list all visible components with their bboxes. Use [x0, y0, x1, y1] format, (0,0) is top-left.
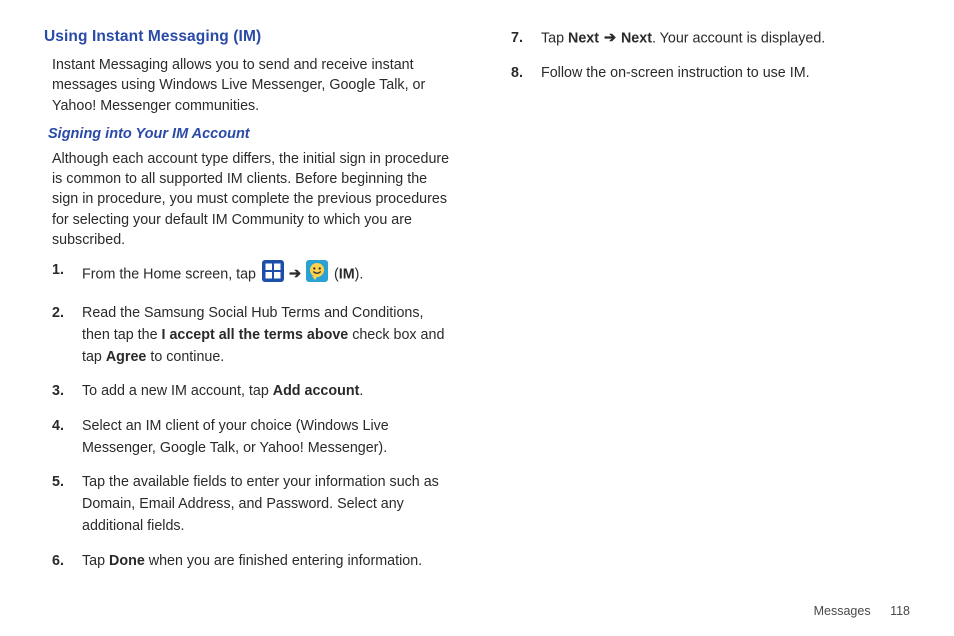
footer-section: Messages — [814, 604, 871, 618]
step-2: Read the Samsung Social Hub Terms and Co… — [52, 303, 455, 368]
step-2-text-e: to continue. — [146, 349, 224, 365]
step-7-text-d: . Your account is displayed. — [652, 31, 825, 47]
page-columns: Using Instant Messaging (IM) Instant Mes… — [44, 28, 914, 585]
step-6-text-a: Tap — [82, 553, 109, 569]
sub-heading: Signing into Your IM Account — [44, 126, 455, 142]
arrow-icon: ➔ — [289, 264, 301, 286]
footer-page-number: 118 — [890, 604, 910, 618]
step-4: Select an IM client of your choice (Wind… — [52, 416, 455, 459]
step-1: From the Home screen, tap ➔ (IM). — [52, 260, 455, 290]
step-7: Tap Next ➔ Next. Your account is display… — [511, 28, 914, 50]
right-column: Tap Next ➔ Next. Your account is display… — [503, 28, 914, 585]
steps-list-right: Tap Next ➔ Next. Your account is display… — [503, 28, 914, 85]
step-2-bold-accept: I accept all the terms above — [162, 327, 349, 343]
step-2-bold-agree: Agree — [106, 349, 147, 365]
step-1-text-d: ). — [355, 267, 364, 283]
step-3-text-c: . — [359, 383, 363, 399]
step-1-text-b: ( — [330, 267, 339, 283]
step-7-bold-next2: Next — [621, 31, 652, 47]
step-7-text-a: Tap — [541, 31, 568, 47]
step-5: Tap the available fields to enter your i… — [52, 472, 455, 537]
step-3-bold-add: Add account — [273, 383, 360, 399]
step-7-bold-next1: Next — [568, 31, 599, 47]
step-6: Tap Done when you are finished entering … — [52, 551, 455, 573]
step-1-bold-im: IM — [339, 267, 355, 283]
step-6-text-c: when you are finished entering informati… — [145, 553, 422, 569]
subintro-paragraph: Although each account type differs, the … — [44, 149, 455, 250]
apps-grid-icon — [262, 260, 284, 290]
step-3: To add a new IM account, tap Add account… — [52, 381, 455, 403]
intro-paragraph: Instant Messaging allows you to send and… — [44, 55, 455, 116]
arrow-icon-2: ➔ — [604, 28, 616, 50]
left-column: Using Instant Messaging (IM) Instant Mes… — [44, 28, 455, 585]
step-6-bold-done: Done — [109, 553, 145, 569]
page-footer: Messages 118 — [814, 604, 910, 618]
steps-list-left: From the Home screen, tap ➔ (IM). Read t… — [44, 260, 455, 572]
step-3-text-a: To add a new IM account, tap — [82, 383, 273, 399]
im-smiley-icon — [306, 260, 328, 290]
step-1-text-a: From the Home screen, tap — [82, 267, 260, 283]
step-8: Follow the on-screen instruction to use … — [511, 63, 914, 85]
section-heading: Using Instant Messaging (IM) — [44, 28, 455, 46]
